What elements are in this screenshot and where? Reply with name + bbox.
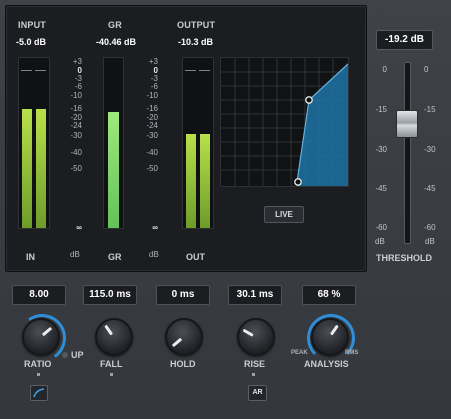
- fall-value-field[interactable]: 115.0 ms: [83, 285, 137, 305]
- threshold-slider-handle[interactable]: [396, 110, 418, 138]
- rise-knob[interactable]: [237, 318, 275, 356]
- db-scale-tick: -30: [70, 131, 82, 140]
- threshold-scale-tick: -45: [375, 184, 387, 193]
- hold-label: HOLD: [170, 359, 196, 369]
- input-value: -5.0 dB: [16, 37, 47, 47]
- analysis-value-field[interactable]: 68 %: [302, 285, 356, 305]
- threshold-slider-track[interactable]: [404, 62, 411, 244]
- db-scale-tick: +3: [148, 57, 158, 66]
- db-scale-tick: -24: [70, 121, 82, 130]
- gr-bottom-label: GR: [108, 252, 122, 262]
- input-peak-right: [35, 70, 46, 71]
- db-scale-tick: -40: [70, 148, 82, 157]
- input-peak-left: [21, 70, 32, 71]
- output-value: -10.3 dB: [178, 37, 214, 47]
- input-label: INPUT: [18, 20, 46, 30]
- threshold-scale-tick: 0: [382, 65, 387, 74]
- db-unit-right: dB: [149, 250, 159, 259]
- hold-knob-pointer: [171, 337, 183, 348]
- curve-icon: [33, 388, 45, 398]
- analysis-knob[interactable]: [311, 318, 349, 356]
- output-meter: [182, 57, 214, 229]
- output-peak-right: [199, 70, 210, 71]
- ar-button[interactable]: AR: [248, 385, 267, 401]
- gr-bar: [108, 112, 119, 228]
- db-unit-left: dB: [70, 250, 80, 259]
- db-scale-tick: -10: [146, 91, 158, 100]
- threshold-scale-tick: 0: [424, 65, 429, 74]
- fall-dot: [110, 373, 113, 376]
- out-label: OUT: [186, 252, 205, 262]
- rise-label: RISE: [244, 359, 266, 369]
- ratio-knob[interactable]: [22, 318, 60, 356]
- threshold-scale-left: 0 -15 -30 -45 -60: [371, 65, 387, 245]
- db-scale-tick: -50: [146, 164, 158, 173]
- range-point-handle: [294, 178, 302, 186]
- db-scale-tick: -6: [74, 82, 82, 91]
- ratio-value-field[interactable]: 8.00: [12, 285, 66, 305]
- analysis-label: ANALYSIS: [304, 359, 349, 369]
- db-scale-tick: -16: [70, 104, 82, 113]
- hold-knob[interactable]: [165, 318, 203, 356]
- rise-knob-pointer: [242, 328, 254, 337]
- db-scale-tick: -40: [146, 148, 158, 157]
- db-scale-tick: ∞: [76, 223, 82, 232]
- threshold-scale-tick: -15: [375, 105, 387, 114]
- output-bar-left: [186, 134, 196, 228]
- input-meter: [18, 57, 50, 229]
- db-scale-tick: -16: [146, 104, 158, 113]
- fall-label: FALL: [100, 359, 123, 369]
- db-scale-tick: -10: [70, 91, 82, 100]
- ratio-knob-pointer: [41, 326, 53, 337]
- threshold-point-handle: [305, 96, 313, 104]
- fall-knob-pointer: [104, 324, 114, 336]
- db-scale-tick: ∞: [152, 223, 158, 232]
- rise-dot: [252, 373, 255, 376]
- output-bar-right: [200, 134, 210, 228]
- db-scale-tick: -50: [70, 164, 82, 173]
- threshold-unit-left: dB: [375, 237, 385, 246]
- threshold-scale-right: 0 -15 -30 -45 -60: [424, 65, 440, 245]
- ratio-curve-button[interactable]: [30, 385, 48, 401]
- db-scale-tick: -24: [146, 121, 158, 130]
- output-peak-left: [185, 70, 196, 71]
- threshold-scale-tick: -60: [424, 223, 436, 232]
- hold-value-field[interactable]: 0 ms: [156, 285, 210, 305]
- input-db-scale: +3 0 -3 -6 -10 -16 -20 -24 -30 -40 -50 ∞: [62, 55, 82, 232]
- input-bar-right: [36, 109, 46, 228]
- peak-label: PEAK: [291, 350, 308, 356]
- rise-value-field[interactable]: 30.1 ms: [228, 285, 282, 305]
- threshold-scale-tick: -45: [424, 184, 436, 193]
- transfer-curve-graph[interactable]: [220, 57, 349, 187]
- analysis-knob-pointer: [329, 324, 339, 336]
- threshold-scale-tick: -30: [424, 145, 436, 154]
- gate-plugin-window: INPUT -5.0 dB GR -40.46 dB OUTPUT -10.3 …: [0, 0, 451, 419]
- db-scale-tick: +3: [72, 57, 82, 66]
- in-label: IN: [26, 252, 35, 262]
- fall-knob[interactable]: [95, 318, 133, 356]
- ratio-label: RATIO: [24, 359, 52, 369]
- transfer-curve-svg: [221, 58, 348, 186]
- db-scale-tick: -30: [146, 131, 158, 140]
- threshold-unit-right: dB: [425, 237, 435, 246]
- up-label: UP: [71, 350, 84, 360]
- ratio-dot: [37, 373, 40, 376]
- output-label: OUTPUT: [177, 20, 216, 30]
- input-bar-left: [22, 109, 32, 228]
- gr-label: GR: [108, 20, 122, 30]
- up-indicator-led[interactable]: [62, 352, 68, 358]
- gr-value: -40.46 dB: [96, 37, 137, 47]
- gr-meter: [103, 57, 124, 229]
- threshold-scale-tick: -60: [375, 223, 387, 232]
- threshold-scale-tick: -30: [375, 145, 387, 154]
- db-scale-tick: -6: [150, 82, 158, 91]
- threshold-value-display[interactable]: -19.2 dB: [376, 30, 433, 50]
- live-button[interactable]: LIVE: [264, 206, 304, 223]
- output-db-scale: +3 0 -3 -6 -10 -16 -20 -24 -30 -40 -50 ∞: [138, 55, 158, 232]
- threshold-label: THRESHOLD: [376, 253, 432, 263]
- threshold-scale-tick: -15: [424, 105, 436, 114]
- rms-label: RMS: [345, 350, 359, 356]
